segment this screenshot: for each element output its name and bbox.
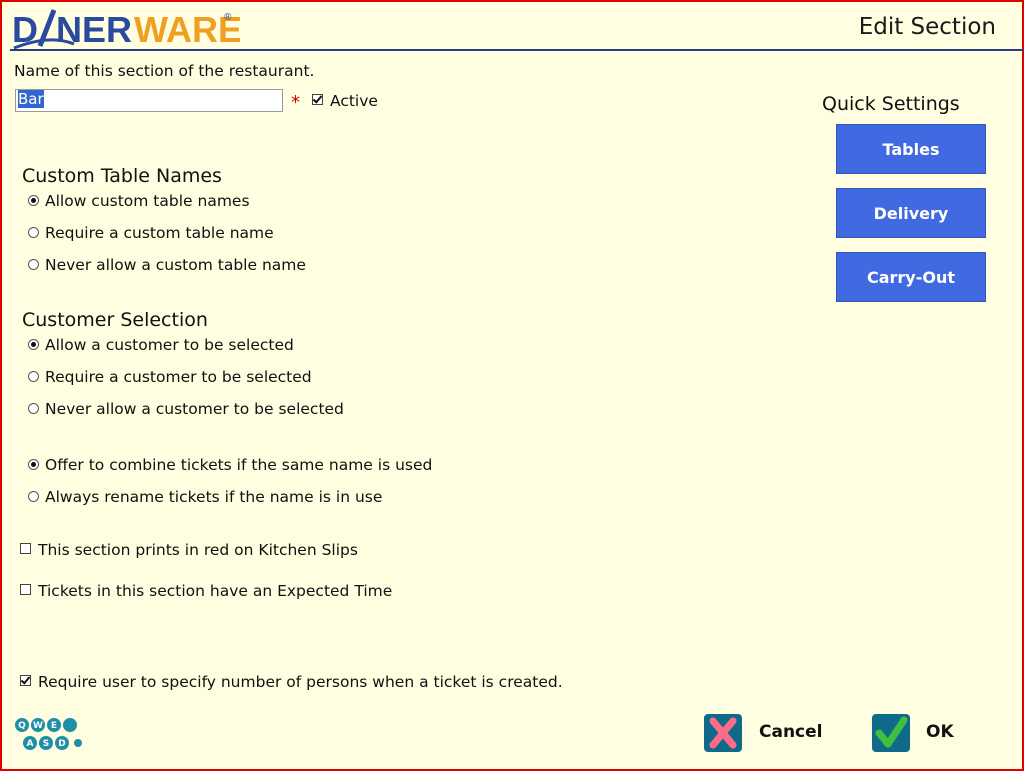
svg-text:D: D: [12, 9, 38, 50]
never-custom-table-name-radio[interactable]: [28, 259, 39, 270]
title-divider: [10, 49, 1024, 51]
key-e: E: [51, 721, 57, 731]
cancel-button[interactable]: Cancel: [759, 722, 822, 742]
ok-button[interactable]: OK: [926, 722, 954, 742]
quick-settings-heading: Quick Settings: [822, 93, 960, 115]
require-custom-table-name-label: Require a custom table name: [45, 224, 274, 242]
section-name-value: Bar: [18, 90, 44, 108]
key-q: Q: [18, 721, 26, 731]
keyboard-icon[interactable]: Q W E A S D: [14, 717, 82, 757]
section-name-input[interactable]: Bar: [15, 89, 283, 112]
custom-table-names-heading: Custom Table Names: [22, 165, 222, 187]
never-customer-radio[interactable]: [28, 403, 39, 414]
rename-tickets-radio[interactable]: [28, 491, 39, 502]
page-title: Edit Section: [858, 14, 996, 40]
require-persons-checkbox[interactable]: [20, 675, 31, 686]
tables-button[interactable]: Tables: [836, 124, 986, 174]
rename-tickets-label: Always rename tickets if the name is in …: [45, 488, 383, 506]
cancel-x-icon[interactable]: [703, 713, 743, 753]
key-s: S: [43, 739, 49, 749]
require-customer-radio[interactable]: [28, 371, 39, 382]
expected-time-checkbox[interactable]: [20, 584, 31, 595]
dinerware-logo: D NER WARE ®: [10, 4, 240, 54]
expected-time-label: Tickets in this section have an Expected…: [38, 582, 393, 600]
key-a: A: [27, 739, 34, 749]
combine-tickets-label: Offer to combine tickets if the same nam…: [45, 456, 433, 474]
allow-custom-table-names-radio[interactable]: [28, 195, 39, 206]
active-label: Active: [330, 92, 378, 110]
require-custom-table-name-radio[interactable]: [28, 227, 39, 238]
key-d: D: [58, 739, 65, 749]
edit-section-window: D NER WARE ® Edit Section Name of this s…: [0, 0, 1024, 771]
svg-text:NER: NER: [56, 9, 132, 50]
red-print-label: This section prints in red on Kitchen Sl…: [38, 541, 358, 559]
required-marker: *: [291, 92, 300, 113]
allow-customer-label: Allow a customer to be selected: [45, 336, 294, 354]
ok-check-icon[interactable]: [871, 713, 911, 753]
delivery-button[interactable]: Delivery: [836, 188, 986, 238]
customer-selection-heading: Customer Selection: [22, 309, 208, 331]
never-customer-label: Never allow a customer to be selected: [45, 400, 344, 418]
require-persons-label: Require user to specify number of person…: [38, 673, 563, 691]
never-custom-table-name-label: Never allow a custom table name: [45, 256, 306, 274]
red-print-checkbox[interactable]: [20, 543, 31, 554]
allow-customer-radio[interactable]: [28, 339, 39, 350]
combine-tickets-radio[interactable]: [28, 459, 39, 470]
active-checkbox[interactable]: [312, 94, 323, 105]
carry-out-button[interactable]: Carry-Out: [836, 252, 986, 302]
require-customer-label: Require a customer to be selected: [45, 368, 312, 386]
svg-text:®: ®: [224, 12, 232, 23]
allow-custom-table-names-label: Allow custom table names: [45, 192, 250, 210]
key-w: W: [33, 721, 43, 731]
section-name-label: Name of this section of the restaurant.: [14, 62, 315, 80]
